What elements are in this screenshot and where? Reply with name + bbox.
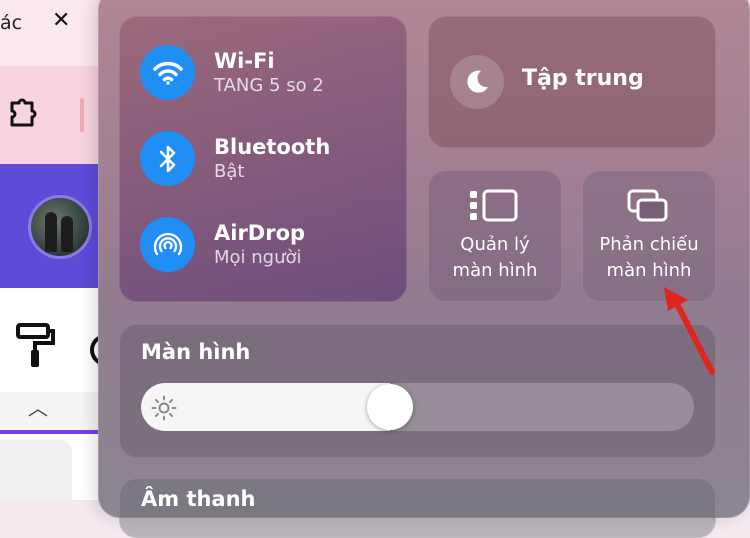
background-accent-line xyxy=(0,430,100,434)
toolbar-divider xyxy=(80,98,84,132)
moon-icon[interactable] xyxy=(450,55,504,109)
bluetooth-title: Bluetooth xyxy=(214,134,331,159)
stage-manager-label-line2: màn hình xyxy=(452,260,538,281)
wifi-network-name: TANG 5 so 2 xyxy=(214,74,324,96)
screen-mirroring-label-line1: Phản chiếu xyxy=(599,234,699,255)
bluetooth-row[interactable]: Bluetooth Bật xyxy=(140,131,330,186)
paint-roller-icon[interactable] xyxy=(16,322,56,370)
airdrop-title: AirDrop xyxy=(214,220,306,245)
wifi-icon[interactable] xyxy=(140,45,195,100)
wifi-row[interactable]: Wi-Fi TANG 5 so 2 xyxy=(140,45,324,100)
sun-icon xyxy=(151,395,177,421)
background-tab-title[interactable]: ác xyxy=(0,12,22,34)
stage-manager-label-line1: Quản lý xyxy=(460,234,530,255)
screen-mirroring-icon xyxy=(627,189,668,222)
bluetooth-status: Bật xyxy=(214,160,245,182)
avatar[interactable] xyxy=(28,195,92,259)
background-collapse-bar xyxy=(0,392,100,430)
sound-label: Âm thanh xyxy=(141,487,256,511)
wifi-title: Wi-Fi xyxy=(214,48,275,73)
extensions-puzzle-icon[interactable] xyxy=(8,95,38,131)
bluetooth-icon[interactable] xyxy=(140,131,195,186)
brightness-slider[interactable] xyxy=(141,383,694,431)
brightness-slider-knob[interactable] xyxy=(367,384,413,430)
focus-label: Tập trung xyxy=(522,66,644,91)
airdrop-icon[interactable] xyxy=(140,217,195,272)
screen-mirroring-label: Phản chiếu màn hình xyxy=(582,232,716,284)
stage-manager-icon xyxy=(470,189,518,222)
background-card xyxy=(0,440,72,500)
display-label: Màn hình xyxy=(141,340,251,364)
stage-manager-label: Quản lý màn hình xyxy=(428,232,562,284)
airdrop-row[interactable]: AirDrop Mọi người xyxy=(140,217,305,272)
screen-mirroring-label-line2: màn hình xyxy=(606,260,692,281)
brightness-slider-fill xyxy=(141,383,390,431)
airdrop-status: Mọi người xyxy=(214,246,302,268)
background-tab-close-icon[interactable]: ✕ xyxy=(52,8,70,33)
collapse-chevron-up-icon[interactable]: ︿ xyxy=(28,392,48,421)
